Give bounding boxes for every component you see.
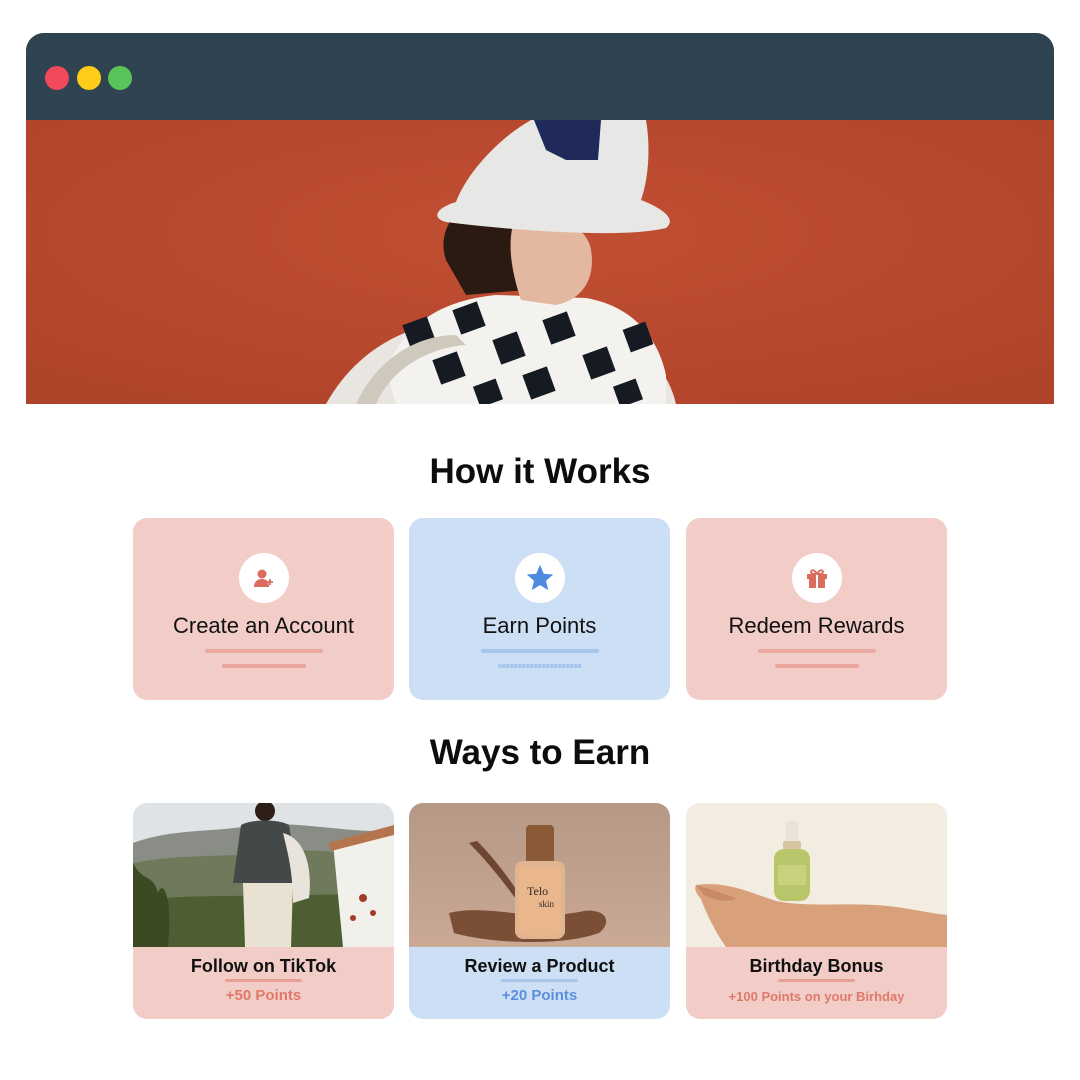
how-it-works-heading: How it Works bbox=[429, 452, 651, 491]
close-dot[interactable] bbox=[45, 66, 69, 90]
earn-card-review-product[interactable]: Telo skin Review a Product +20 Points bbox=[409, 803, 670, 1019]
earn-card-footer: Birthday Bonus +100 Points on your Birhd… bbox=[686, 947, 947, 1019]
star-icon bbox=[515, 553, 565, 603]
earn-card-footer: Review a Product +20 Points bbox=[409, 947, 670, 1019]
earn-label: Review a Product bbox=[464, 956, 615, 976]
decorative-line bbox=[778, 979, 855, 982]
earn-card-birthday-bonus[interactable]: Birthday Bonus +100 Points on your Birhd… bbox=[686, 803, 947, 1019]
serum-on-hand-photo bbox=[686, 803, 947, 947]
skincare-bottle-photo: Telo skin bbox=[409, 803, 670, 947]
step-label: Redeem Rewards bbox=[728, 613, 905, 638]
decorative-line bbox=[205, 649, 323, 653]
step-card-redeem-rewards[interactable]: Redeem Rewards bbox=[686, 518, 947, 700]
decorative-line bbox=[775, 664, 859, 668]
earn-card-follow-tiktok[interactable]: Follow on TikTok +50 Points bbox=[133, 803, 394, 1019]
earn-label: Follow on TikTok bbox=[190, 956, 337, 976]
earn-points: +50 Points bbox=[225, 987, 302, 1004]
browser-window bbox=[26, 33, 1054, 404]
window-titlebar bbox=[26, 33, 1054, 120]
decorative-line bbox=[481, 649, 599, 653]
man-in-landscape-photo bbox=[133, 803, 394, 947]
minimize-dot[interactable] bbox=[77, 66, 101, 90]
maximize-dot[interactable] bbox=[108, 66, 132, 90]
hero-photo-illustration bbox=[26, 120, 1054, 404]
step-card-earn-points[interactable]: Earn Points bbox=[409, 518, 670, 700]
step-card-create-account[interactable]: Create an Account bbox=[133, 518, 394, 700]
user-add-icon bbox=[239, 553, 289, 603]
step-label: Earn Points bbox=[482, 613, 597, 638]
hero-banner-image bbox=[26, 120, 1054, 404]
ways-to-earn-heading: Ways to Earn bbox=[429, 733, 651, 772]
step-label: Create an Account bbox=[172, 613, 354, 638]
earn-points: +100 Points on your Birhday bbox=[728, 989, 905, 1004]
decorative-line bbox=[225, 979, 302, 982]
earn-points: +20 Points bbox=[501, 987, 578, 1004]
gift-icon bbox=[792, 553, 842, 603]
decorative-line bbox=[222, 664, 306, 668]
svg-text:skin: skin bbox=[539, 899, 555, 909]
decorative-line bbox=[758, 649, 876, 653]
decorative-line bbox=[501, 979, 578, 982]
decorative-line bbox=[498, 664, 582, 668]
svg-text:Telo: Telo bbox=[527, 884, 548, 898]
earn-card-footer: Follow on TikTok +50 Points bbox=[133, 947, 394, 1019]
earn-label: Birthday Bonus bbox=[749, 956, 884, 976]
